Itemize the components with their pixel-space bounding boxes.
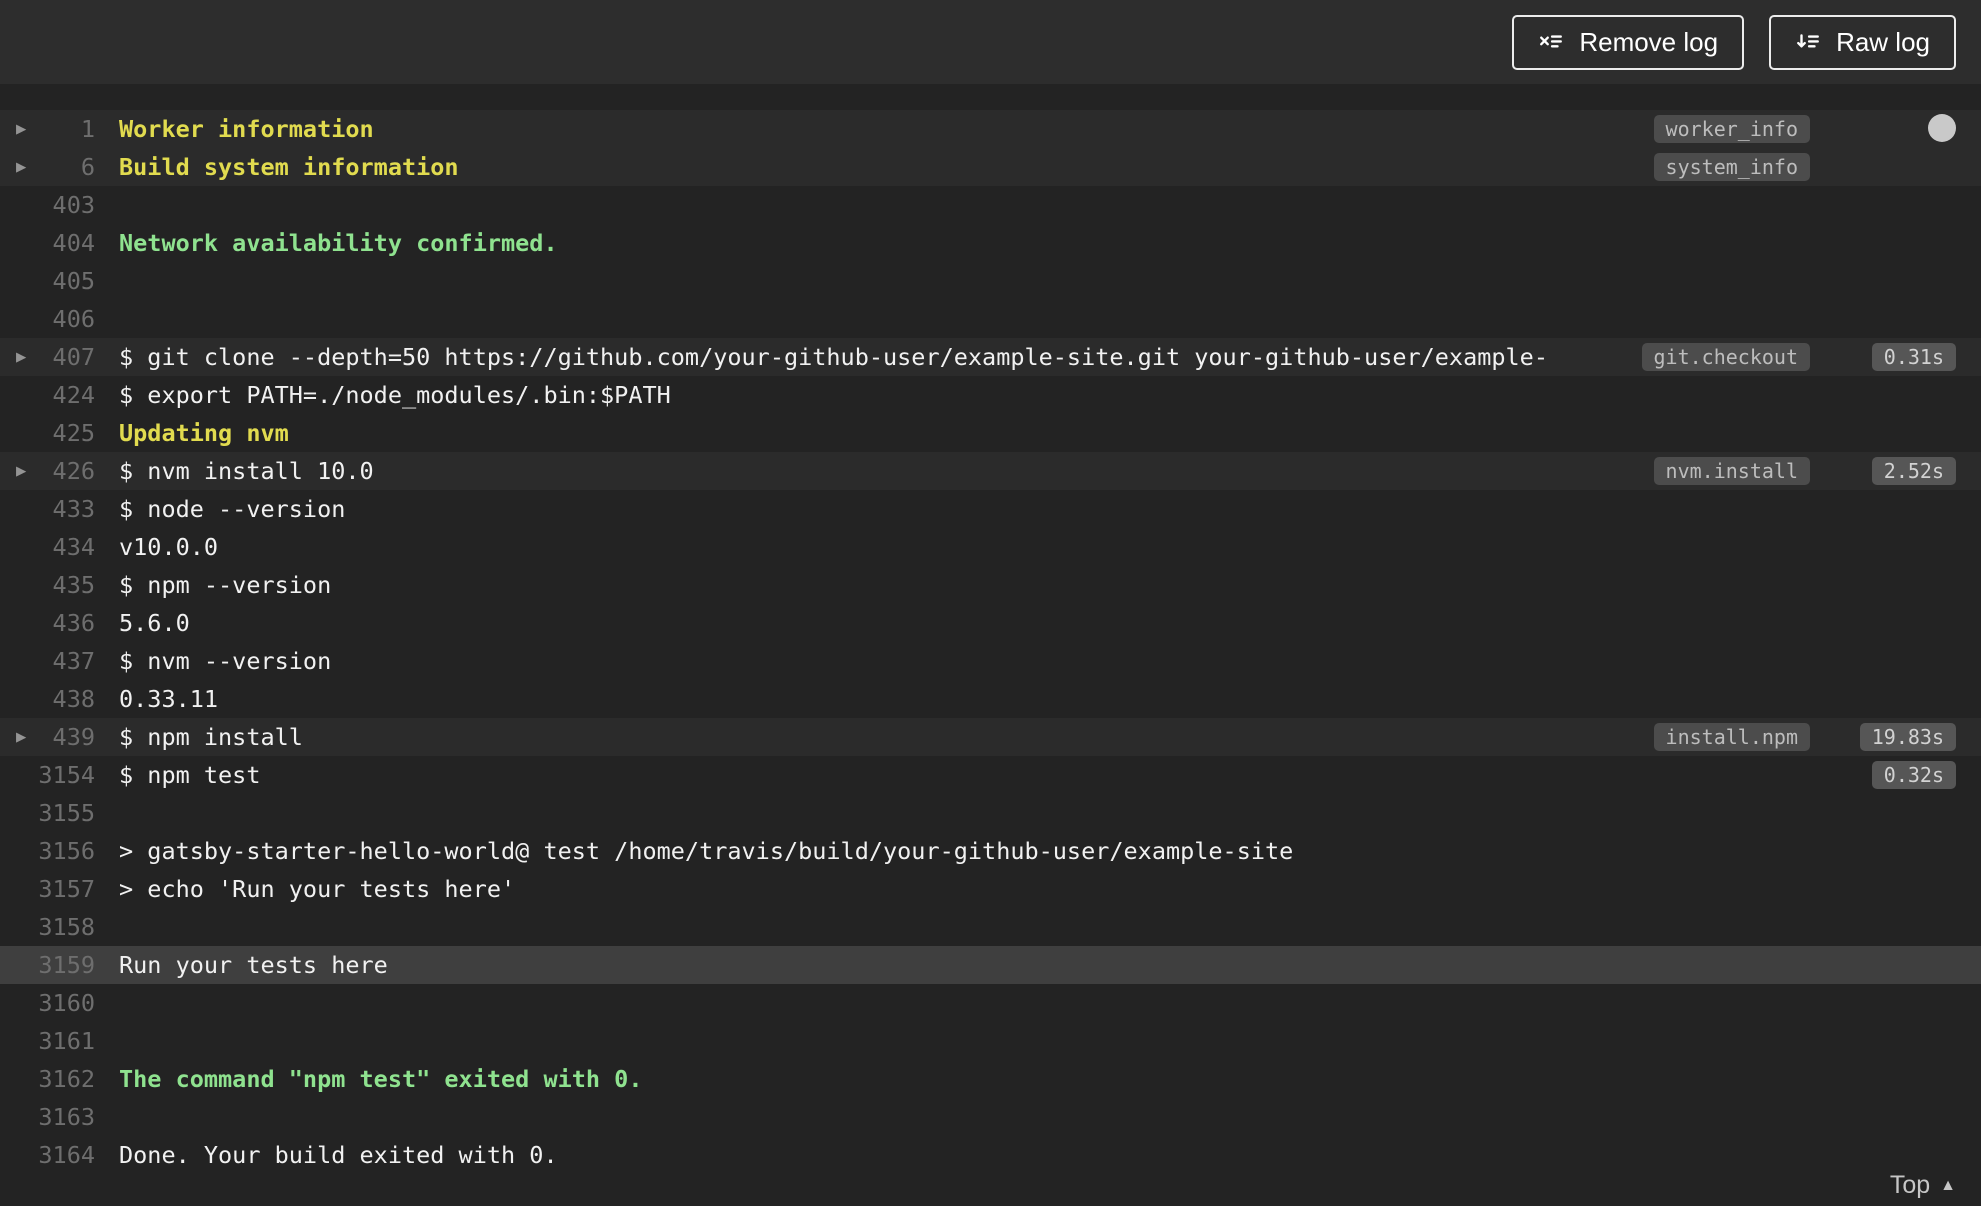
caret-up-icon: ▲: [1940, 1176, 1956, 1194]
remove-log-label: Remove log: [1579, 26, 1719, 57]
log-line: 438 0.33.11: [0, 680, 1981, 718]
line-number-link[interactable]: 435: [0, 566, 95, 604]
log-line-text: $ nvm install 10.0: [119, 457, 374, 485]
line-number-link[interactable]: 3162: [0, 1060, 95, 1098]
line-number-link[interactable]: 3156: [0, 832, 95, 870]
log-line: 403: [0, 186, 1981, 224]
log-line-text: > gatsby-starter-hello-world@ test /home…: [119, 837, 1294, 865]
log-line: ▶ 1 Worker information worker_info: [0, 110, 1981, 148]
fold-tag-badge: nvm.install: [1653, 457, 1810, 485]
log-line: 425 Updating nvm: [0, 414, 1981, 452]
log-line-text: $ npm test: [119, 761, 261, 789]
log-line-text: $ git clone --depth=50 https://github.co…: [119, 343, 1548, 371]
log-line: 3163: [0, 1098, 1981, 1136]
log-line: 3162 The command "npm test" exited with 0…: [0, 1060, 1981, 1098]
log-line: 435 $ npm --version: [0, 566, 1981, 604]
line-number-link[interactable]: 436: [0, 604, 95, 642]
log-pane: ▶ 1 Worker information worker_info ▶ 6 Build s…: [0, 84, 1981, 1206]
scroll-to-top-label: Top: [1889, 1171, 1931, 1199]
line-number-link[interactable]: 3157: [0, 870, 95, 908]
line-number-link[interactable]: 406: [0, 300, 95, 338]
line-number-link[interactable]: 439: [0, 718, 95, 756]
log-line: 406: [0, 300, 1981, 338]
line-number-link[interactable]: 3158: [0, 908, 95, 946]
log-line: 3158: [0, 908, 1981, 946]
line-number-link[interactable]: 3154: [0, 756, 95, 794]
duration-badge: 2.52s: [1871, 457, 1956, 485]
fold-tag-badge: git.checkout: [1641, 343, 1810, 371]
remove-log-button[interactable]: Remove log: [1512, 14, 1745, 70]
log-line-text: 0.33.11: [119, 685, 219, 713]
line-number-link[interactable]: 425: [0, 414, 95, 452]
duration-badge: 19.83s: [1859, 723, 1956, 751]
log-line-text: Build system information: [119, 153, 459, 181]
remove-log-icon: [1540, 35, 1563, 48]
log-line: 3160: [0, 984, 1981, 1022]
log-line-text: Run your tests here: [119, 951, 388, 979]
log-line-text: $ nvm --version: [119, 647, 332, 675]
log-line-text: $ node --version: [119, 495, 346, 523]
log-line-text: $ export PATH=./node_modules/.bin:$PATH: [119, 381, 671, 409]
raw-log-label: Raw log: [1836, 26, 1930, 57]
fold-tag-badge: system_info: [1653, 153, 1810, 181]
log-line: ▶ 439 $ npm install install.npm 19.83s: [0, 718, 1981, 756]
log-line: 405: [0, 262, 1981, 300]
log-line: 437 $ nvm --version: [0, 642, 1981, 680]
log-line: 434 v10.0.0: [0, 528, 1981, 566]
log-line: 3161: [0, 1022, 1981, 1060]
line-number-link[interactable]: 6: [0, 148, 95, 186]
scrollbar-thumb[interactable]: [1928, 114, 1956, 142]
line-number-link[interactable]: 1: [0, 110, 95, 148]
line-number-link[interactable]: 405: [0, 262, 95, 300]
log-line-text: Updating nvm: [119, 419, 289, 447]
log-line: 404 Network availability confirmed.: [0, 224, 1981, 262]
log-line: 424 $ export PATH=./node_modules/.bin:$PA…: [0, 376, 1981, 414]
log-line: 3157 > echo 'Run your tests here': [0, 870, 1981, 908]
line-number-link[interactable]: 3159: [0, 946, 95, 984]
line-number-link[interactable]: 426: [0, 452, 95, 490]
log-line-text: The command "npm test" exited with 0.: [119, 1065, 643, 1093]
line-number-link[interactable]: 437: [0, 642, 95, 680]
raw-log-icon: [1797, 34, 1820, 48]
line-number-link[interactable]: 433: [0, 490, 95, 528]
log-line: ▶ 6 Build system information system_info: [0, 148, 1981, 186]
line-number-link[interactable]: 3163: [0, 1098, 95, 1136]
log-line-text: $ npm --version: [119, 571, 332, 599]
line-number-link[interactable]: 424: [0, 376, 95, 414]
log-line-text: $ npm install: [119, 723, 303, 751]
line-number-link[interactable]: 434: [0, 528, 95, 566]
line-number-link[interactable]: 438: [0, 680, 95, 718]
log-line: 3156 > gatsby-starter-hello-world@ test /…: [0, 832, 1981, 870]
log-line-text: 5.6.0: [119, 609, 190, 637]
log-line: ▶ 407 $ git clone --depth=50 https://githu…: [0, 338, 1981, 376]
line-number-link[interactable]: 3161: [0, 1022, 95, 1060]
line-number-link[interactable]: 3164: [0, 1136, 95, 1174]
log-line: 3159 Run your tests here: [0, 946, 1981, 984]
log-line-text: Network availability confirmed.: [119, 229, 558, 257]
fold-tag-badge: install.npm: [1653, 723, 1810, 751]
log-line: 433 $ node --version: [0, 490, 1981, 528]
log-line-text: v10.0.0: [119, 533, 219, 561]
build-log-view: Remove log Raw log ▶ 1 Worker information w…: [0, 0, 1981, 1206]
duration-badge: 0.31s: [1871, 343, 1956, 371]
line-number-link[interactable]: 404: [0, 224, 95, 262]
duration-badge: 0.32s: [1871, 761, 1956, 789]
log-line-text: Worker information: [119, 115, 374, 143]
log-line: 3154 $ npm test 0.32s: [0, 756, 1981, 794]
line-number-link[interactable]: 403: [0, 186, 95, 224]
log-toolbar: Remove log Raw log: [0, 0, 1981, 84]
log-line-text: Done. Your build exited with 0.: [119, 1141, 558, 1169]
line-number-link[interactable]: 3160: [0, 984, 95, 1022]
line-number-link[interactable]: 407: [0, 338, 95, 376]
log-line: ▶ 426 $ nvm install 10.0 nvm.install 2.52s: [0, 452, 1981, 490]
fold-tag-badge: worker_info: [1653, 115, 1810, 143]
log-line: 436 5.6.0: [0, 604, 1981, 642]
raw-log-button[interactable]: Raw log: [1769, 14, 1956, 70]
scroll-to-top-link[interactable]: Top ▲: [1890, 1171, 1956, 1200]
log-line: 3164 Done. Your build exited with 0.: [0, 1136, 1981, 1174]
log-lines: ▶ 1 Worker information worker_info ▶ 6 Build s…: [0, 110, 1981, 1174]
line-number-link[interactable]: 3155: [0, 794, 95, 832]
log-line: 3155: [0, 794, 1981, 832]
log-line-text: > echo 'Run your tests here': [119, 875, 516, 903]
